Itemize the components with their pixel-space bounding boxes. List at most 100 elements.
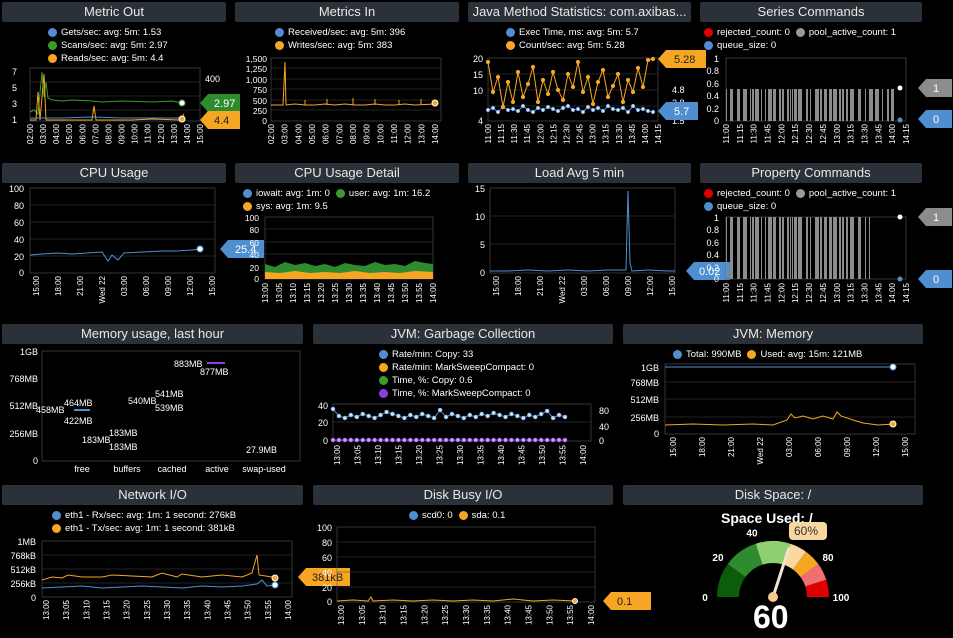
pool-bar xyxy=(737,217,740,279)
y-tick: 250 xyxy=(253,106,267,116)
series-point xyxy=(545,104,551,110)
pool-bar xyxy=(820,217,822,279)
x-tick: 12:00 xyxy=(157,123,166,144)
x-tick: 13:50 xyxy=(538,444,547,465)
x-tick: 13:55 xyxy=(415,282,424,303)
pool-bar xyxy=(730,89,733,121)
x-tick: 15:00 xyxy=(32,275,41,296)
series-point xyxy=(580,89,586,95)
x-tick: 13:30 xyxy=(860,282,869,303)
value-badge: 1 xyxy=(918,208,952,226)
y-tick: 20 xyxy=(14,252,24,262)
x-tick: 13:15 xyxy=(303,282,312,303)
load-avg-chart: 15 10 5 0 15:00 18:00 21:00 Wed 22 03:00 06:0… xyxy=(475,184,730,303)
cpu-usage-chart: 100 80 60 40 20 0 15:00 18:00 21:00 Wed 22 0… xyxy=(9,184,264,303)
x-tick: 09:00 xyxy=(118,123,127,144)
series-point xyxy=(437,407,443,413)
x-tick: 13:15 xyxy=(395,444,404,465)
series-point xyxy=(510,99,516,105)
x-tick: 12:00 xyxy=(646,275,655,296)
series-point xyxy=(540,77,546,83)
series-point xyxy=(560,105,566,111)
x-tick: 14:15 xyxy=(902,123,911,144)
pool-bar xyxy=(782,89,784,121)
series-point xyxy=(372,415,377,421)
x-tick: 13:55 xyxy=(566,604,575,625)
series-point xyxy=(620,99,626,105)
series-point xyxy=(555,87,561,93)
metric-out-chart: 7 5 3 1 400 200 0 02:0003:0004:0005:0006… xyxy=(12,67,240,144)
pool-bar xyxy=(806,217,808,279)
x-tick: 13:45 xyxy=(628,123,637,144)
series-point xyxy=(431,415,437,421)
series-point xyxy=(485,59,491,65)
x-tick: 11:00 xyxy=(722,282,731,302)
series-point xyxy=(431,437,437,443)
series-endpoint xyxy=(897,214,903,220)
x-tick: 06:00 xyxy=(78,123,87,144)
series-point xyxy=(538,437,544,443)
y-tick: 0 xyxy=(323,436,328,446)
series-point xyxy=(413,414,419,420)
jvm-memory-widget: JVM: Memory Total: 990MB Used: avg: 15m: … xyxy=(623,324,923,482)
x-tick: 11:45 xyxy=(764,282,773,302)
jvm-memory-chart: 1GB 768MB 512MB 256MB 0 15:00 18:00 21:00 W… xyxy=(630,363,916,464)
y-tick: 1 xyxy=(12,115,17,125)
series-endpoint xyxy=(572,598,578,604)
y-tick: 750 xyxy=(253,85,267,95)
series-endpoint xyxy=(271,574,279,582)
network-io-widget: Network I/O eth1 - Rx/sec: avg: 1m: 1 se… xyxy=(2,485,350,638)
pool-bar xyxy=(824,217,827,279)
y-tick: 0 xyxy=(480,268,485,278)
x-tick: 04:00 xyxy=(52,123,61,144)
memory-usage-widget: Memory usage, last hour 1GB 768MB 512MB … xyxy=(2,324,303,482)
x-tick: 13:25 xyxy=(436,444,445,465)
series-line-gets xyxy=(30,116,182,119)
y-tick: 1 xyxy=(714,213,719,223)
x-tick: 14:00 xyxy=(888,282,897,303)
series-point xyxy=(650,56,656,62)
x-axis-labels: 13:00 13:05 13:10 13:15 13:20 13:25 13:30 13:35… xyxy=(337,604,596,625)
series-point xyxy=(336,437,342,443)
series-endpoint xyxy=(897,276,903,282)
svg-text:2.97: 2.97 xyxy=(214,98,235,110)
x-tick: 12:00 xyxy=(777,123,786,144)
series-point xyxy=(640,106,646,112)
x-tick: 13:30 xyxy=(345,282,354,303)
y-tick: 0.6 xyxy=(706,238,719,248)
series-point xyxy=(390,411,395,417)
series-point xyxy=(455,437,461,443)
x-tick: 11:30 xyxy=(750,282,759,302)
pool-active-bars xyxy=(726,89,894,121)
series-point xyxy=(515,413,520,419)
series-point xyxy=(366,413,371,419)
x-tick: 13:10 xyxy=(82,599,91,620)
x-tick: 13:25 xyxy=(331,282,340,303)
pool-bar xyxy=(850,217,854,279)
series-line-count xyxy=(487,58,654,108)
y-tick: 1MB xyxy=(17,537,36,547)
x-tick: 13:15 xyxy=(400,604,409,625)
pool-bar xyxy=(846,217,848,279)
y-tick: 1,250 xyxy=(246,64,268,74)
series-line-used xyxy=(664,411,894,426)
x-tick: 09:00 xyxy=(843,436,852,457)
x-tick: 10:00 xyxy=(131,123,140,144)
y-tick: 80 xyxy=(14,201,24,211)
pool-bar xyxy=(842,89,844,121)
series-point xyxy=(419,437,425,443)
value-badge: 0 xyxy=(918,270,952,288)
x-tick: 06:00 xyxy=(322,123,331,144)
x-tick: 06:00 xyxy=(814,436,823,457)
disk-busy-chart: 100 80 60 40 20 0 13:00 13:05 13:10 13:15 13… xyxy=(317,523,651,625)
gauge-tick: 80 xyxy=(822,553,834,564)
series-point xyxy=(550,415,556,421)
gauge-badge: 60% xyxy=(789,522,827,540)
series-commands-chart: 1 0.8 0.6 0.4 0.2 0 11:00 11:15 11:30 11:45… xyxy=(706,54,952,144)
x-tick: 11:30 xyxy=(750,123,759,143)
y-tick: 60 xyxy=(14,218,24,228)
series-point xyxy=(437,437,443,443)
y-tick: 10 xyxy=(473,86,483,96)
y-tick: 1GB xyxy=(641,363,659,373)
series-point xyxy=(485,413,490,419)
